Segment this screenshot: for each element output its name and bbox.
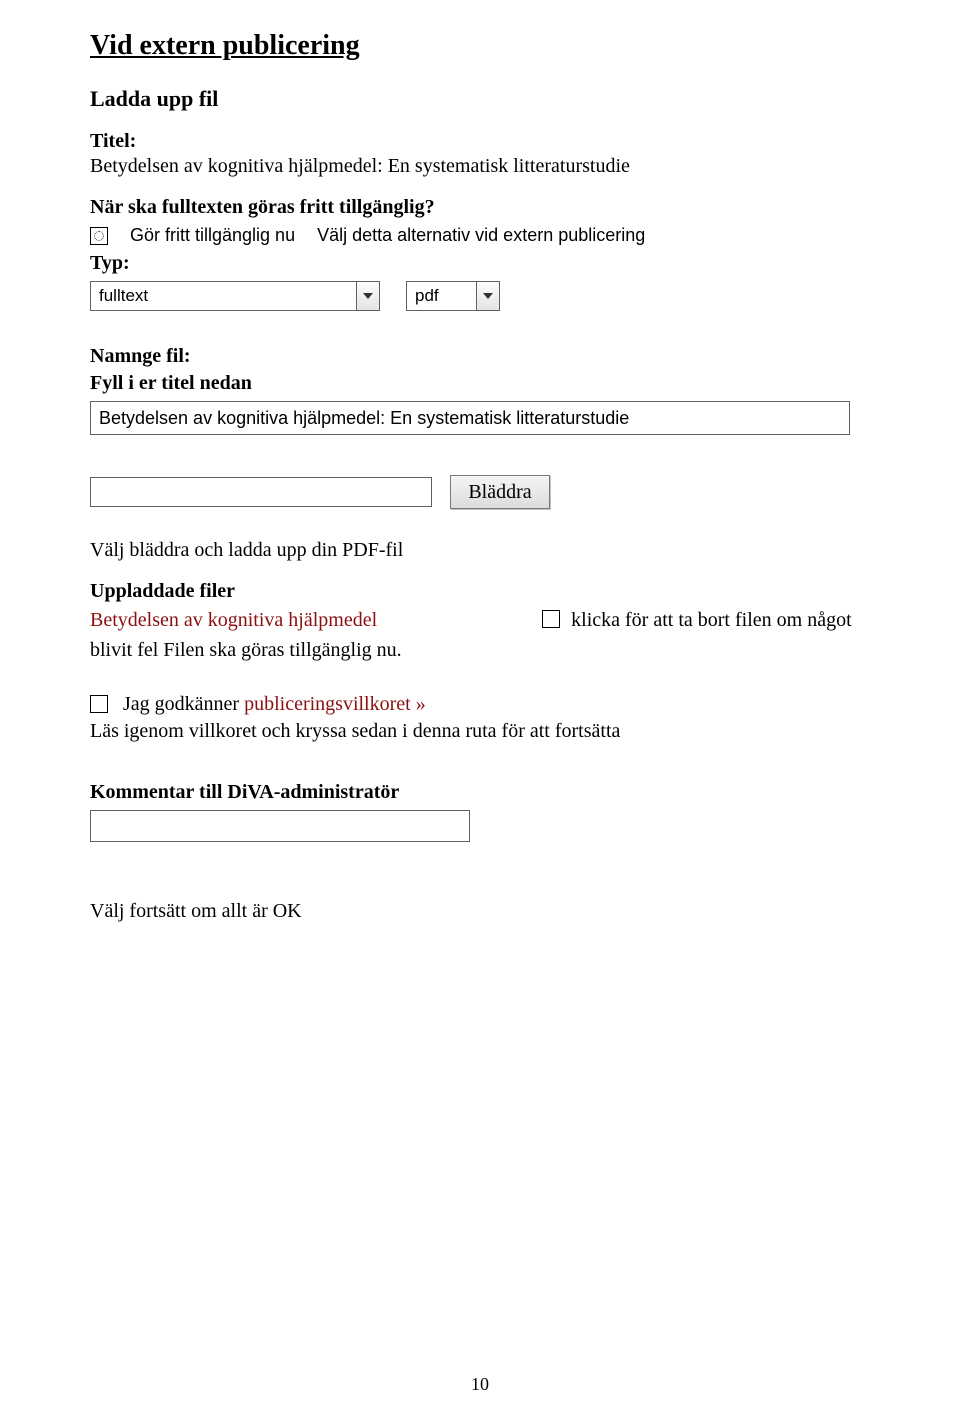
- namnge-label: Namnge fil:: [90, 345, 890, 368]
- delete-file-checkbox[interactable]: [542, 610, 560, 628]
- upload-heading: Ladda upp fil: [90, 86, 890, 112]
- publishing-terms-link[interactable]: publiceringsvillkoret »: [244, 693, 426, 715]
- type-label: Typ:: [90, 252, 890, 275]
- make-available-hint: Välj detta alternativ vid extern publice…: [317, 225, 645, 246]
- titel-value: Betydelsen av kognitiva hjälpmedel: En s…: [90, 155, 890, 178]
- format-dropdown[interactable]: pdf: [406, 281, 500, 311]
- comment-input[interactable]: [90, 810, 470, 842]
- make-available-checkbox[interactable]: [90, 227, 108, 245]
- titel-label: Titel:: [90, 130, 890, 153]
- uploaded-tail: blivit fel Filen ska göras tillgänglig n…: [90, 639, 402, 661]
- final-note: Välj fortsätt om allt är OK: [90, 900, 890, 923]
- browse-button[interactable]: Bläddra: [450, 475, 550, 509]
- delete-hint: klicka för att ta bort filen om något: [571, 609, 851, 631]
- comment-heading: Kommentar till DiVA-administratör: [90, 781, 890, 804]
- consent-note: Läs igenom villkoret och kryssa sedan i …: [90, 720, 890, 743]
- chevron-down-icon: [356, 282, 379, 310]
- namnge-sub: Fyll i er titel nedan: [90, 372, 890, 395]
- browse-note: Välj bläddra och ladda upp din PDF-fil: [90, 539, 890, 562]
- type-dropdown-value: fulltext: [99, 286, 356, 306]
- uploaded-heading: Uppladdade filer: [90, 580, 890, 603]
- page-number: 10: [471, 1374, 489, 1395]
- fulltext-question: När ska fulltexten göras fritt tillgängl…: [90, 196, 890, 219]
- page-title: Vid extern publicering: [90, 30, 890, 62]
- file-path-input[interactable]: [90, 477, 432, 507]
- consent-checkbox[interactable]: [90, 695, 108, 713]
- uploaded-file-link[interactable]: Betydelsen av kognitiva hjälpmedel: [90, 609, 377, 631]
- filename-input[interactable]: [90, 401, 850, 435]
- format-dropdown-value: pdf: [415, 286, 476, 306]
- consent-text-a: Jag godkänner: [123, 693, 244, 715]
- radio-dot-icon: [94, 231, 104, 241]
- make-available-label: Gör fritt tillgänglig nu: [130, 225, 295, 246]
- chevron-down-icon: [476, 282, 499, 310]
- type-dropdown[interactable]: fulltext: [90, 281, 380, 311]
